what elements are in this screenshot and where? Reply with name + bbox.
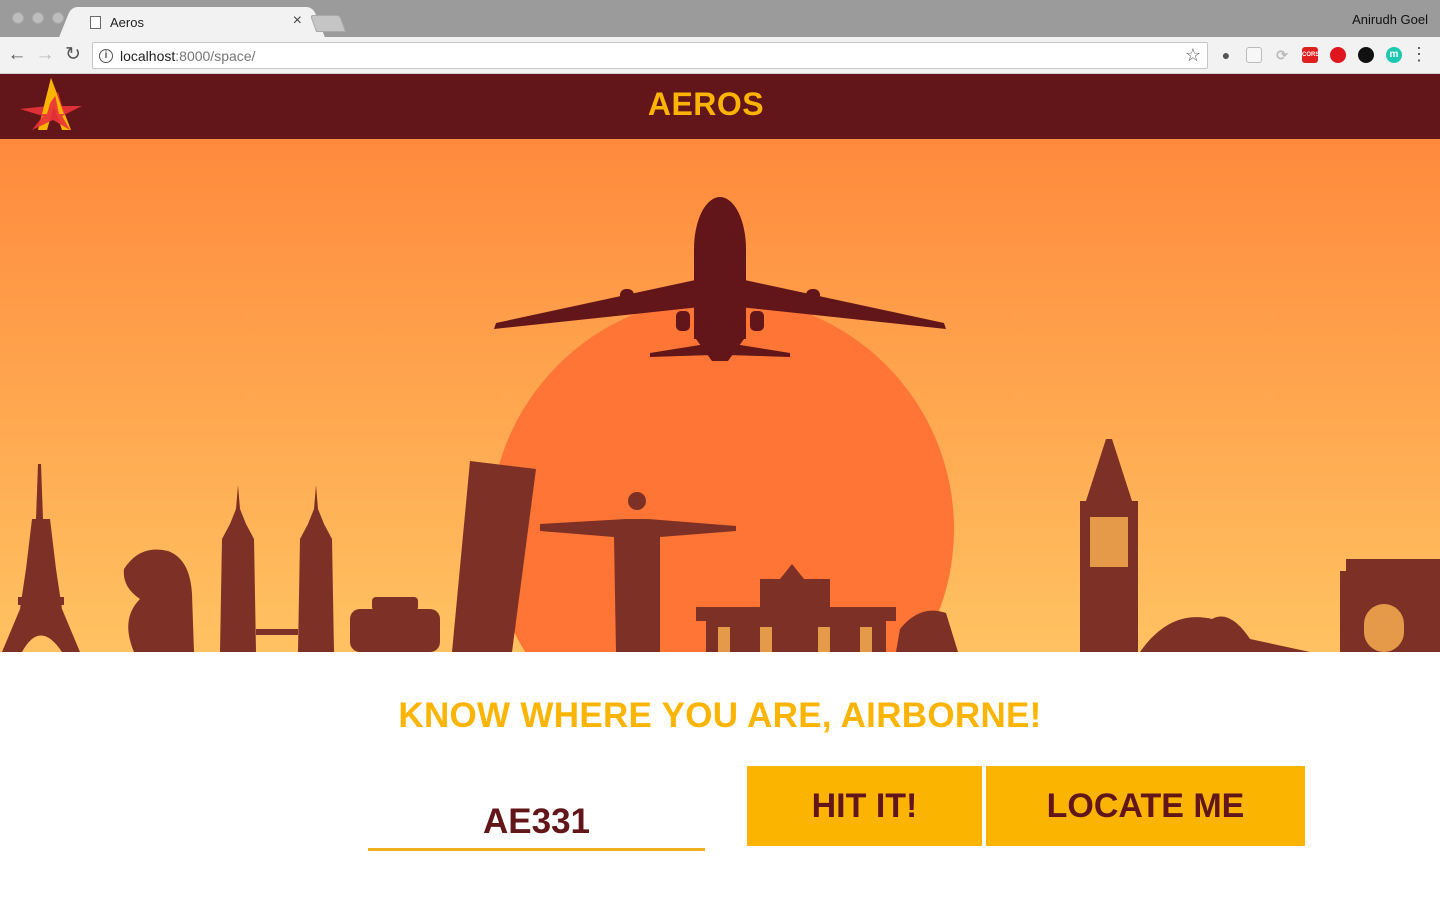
hit-it-button[interactable]: HIT IT! <box>747 766 982 846</box>
url-text[interactable]: localhost:8000/space/ <box>120 48 255 64</box>
sync-icon[interactable]: ⟳ <box>1274 47 1290 63</box>
new-tab-button[interactable] <box>309 15 347 32</box>
cors-icon[interactable]: CORS <box>1302 47 1319 63</box>
flight-number-input[interactable] <box>368 795 705 851</box>
reader-icon[interactable] <box>1246 47 1262 63</box>
whatsapp-icon[interactable] <box>1358 47 1374 63</box>
window-minimize-button[interactable] <box>32 12 44 24</box>
window-close-button[interactable] <box>12 12 24 24</box>
browser-tab-aeros[interactable]: Aeros × <box>72 7 312 38</box>
reload-button[interactable]: ↻ <box>61 43 85 67</box>
sunset-skyline-illustration <box>0 139 1440 652</box>
forward-button[interactable]: → <box>33 43 57 67</box>
browser-titlebar: Aeros × Anirudh Goel <box>0 0 1440 38</box>
tab-close-button[interactable]: × <box>293 12 302 30</box>
tagline-heading: KNOW WHERE YOU ARE, AIRBORNE! <box>398 696 1042 735</box>
app-title: AEROS <box>647 86 765 122</box>
m-icon[interactable]: m <box>1386 47 1402 63</box>
back-button[interactable]: ← <box>5 43 29 67</box>
profile-name[interactable]: Anirudh Goel <box>1352 12 1428 27</box>
hero-illustration <box>0 139 1440 652</box>
locate-me-button[interactable]: LOCATE ME <box>986 766 1305 846</box>
bookmark-star-icon[interactable]: ☆ <box>1185 45 1201 66</box>
document-icon <box>90 16 101 29</box>
browser-menu-icon[interactable]: ⋮ <box>1410 44 1428 64</box>
site-info-icon[interactable]: i <box>99 49 113 63</box>
lightbulb-icon[interactable]: ● <box>1218 47 1234 63</box>
app-header: AEROS <box>0 74 1440 139</box>
address-bar[interactable]: i localhost:8000/space/ ☆ <box>92 42 1208 69</box>
opera-icon[interactable] <box>1330 47 1346 63</box>
tab-title: Aeros <box>110 15 144 30</box>
window-zoom-button[interactable] <box>52 12 64 24</box>
browser-toolbar: ← → ↻ i localhost:8000/space/ ☆ ● ⟳ CORS… <box>0 37 1440 74</box>
url-path: :8000/space/ <box>175 48 256 64</box>
url-host: localhost <box>120 48 176 64</box>
